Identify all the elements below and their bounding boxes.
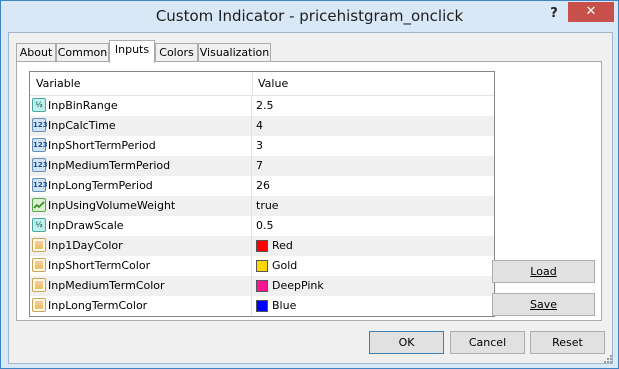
value-text: Gold [272, 259, 298, 272]
value-text: 2.5 [256, 99, 274, 112]
value-text: true [256, 199, 279, 212]
value-cell[interactable]: DeepPink [252, 276, 494, 296]
variable-cell[interactable]: 123 InpCalcTime [30, 116, 252, 136]
table-header: Variable Value [30, 72, 494, 96]
table-row[interactable]: 123 InpShortTermPeriod 3 [30, 136, 494, 156]
variable-cell[interactable]: 123 InpShortTermPeriod [30, 136, 252, 156]
reset-button[interactable]: Reset [530, 331, 605, 354]
table-row[interactable]: ½ InpDrawScale 0.5 [30, 216, 494, 236]
value-cell[interactable]: Red [252, 236, 494, 256]
save-button-label: Save [529, 298, 557, 311]
column-header-variable[interactable]: Variable [30, 72, 252, 95]
integer-type-icon: 123 [32, 118, 48, 132]
double-type-icon: ½ [32, 218, 46, 232]
table-row[interactable]: InpLongTermColor Blue [30, 296, 494, 316]
integer-type-icon: 123 [32, 158, 48, 172]
variable-cell[interactable]: Inp1DayColor [30, 236, 252, 256]
value-text: 3 [256, 139, 263, 152]
color-swatch [256, 300, 268, 312]
value-cell[interactable]: 26 [252, 176, 494, 196]
variable-cell[interactable]: InpUsingVolumeWeight [30, 196, 252, 216]
bool-type-icon [32, 198, 46, 212]
variable-name: InpMediumTermPeriod [48, 159, 171, 172]
value-text: DeepPink [272, 279, 324, 292]
load-button[interactable]: Load [492, 260, 595, 283]
variable-name: InpUsingVolumeWeight [48, 199, 176, 212]
color-swatch [256, 260, 268, 272]
inputs-table: Variable Value ½ InpBinRange 2.5 123 InpCalc… [29, 71, 495, 317]
table-row[interactable]: 123 InpMediumTermPeriod 7 [30, 156, 494, 176]
value-cell[interactable]: 0.5 [252, 216, 494, 236]
cancel-button[interactable]: Cancel [450, 331, 525, 354]
variable-name: InpCalcTime [48, 119, 116, 132]
color-swatch [256, 240, 268, 252]
table-row[interactable]: Inp1DayColor Red [30, 236, 494, 256]
help-button[interactable]: ? [547, 5, 561, 23]
variable-name: Inp1DayColor [48, 239, 123, 252]
variable-cell[interactable]: ½ InpDrawScale [30, 216, 252, 236]
value-cell[interactable]: 2.5 [252, 96, 494, 116]
value-text: 26 [256, 179, 270, 192]
dialog-body: About Common Inputs Colors Visualization… [8, 32, 613, 364]
table-row[interactable]: 123 InpLongTermPeriod 26 [30, 176, 494, 196]
value-cell[interactable]: true [252, 196, 494, 216]
value-text: 7 [256, 159, 263, 172]
resize-grip-icon[interactable] [604, 355, 612, 363]
value-text: 0.5 [256, 219, 274, 232]
value-cell[interactable]: 3 [252, 136, 494, 156]
color-type-icon [32, 258, 46, 272]
dialog-window: Custom Indicator - pricehistgram_onclick… [0, 0, 619, 369]
table-row[interactable]: InpMediumTermColor DeepPink [30, 276, 494, 296]
value-cell[interactable]: 4 [252, 116, 494, 136]
variable-name: InpLongTermColor [48, 299, 148, 312]
double-type-icon: ½ [32, 98, 46, 112]
variable-name: InpShortTermPeriod [48, 139, 156, 152]
value-text: 4 [256, 119, 263, 132]
variable-name: InpDrawScale [48, 219, 124, 232]
load-button-label: Load [530, 265, 557, 278]
variable-cell[interactable]: 123 InpMediumTermPeriod [30, 156, 252, 176]
color-type-icon [32, 278, 46, 292]
value-cell[interactable]: 7 [252, 156, 494, 176]
color-type-icon [32, 298, 46, 312]
value-cell[interactable]: Blue [252, 296, 494, 316]
title-bar[interactable]: Custom Indicator - pricehistgram_onclick… [1, 1, 618, 31]
variable-name: InpMediumTermColor [48, 279, 165, 292]
value-text: Red [272, 239, 293, 252]
table-row[interactable]: InpShortTermColor Gold [30, 256, 494, 276]
value-text: Blue [272, 299, 297, 312]
color-type-icon [32, 238, 46, 252]
ok-button[interactable]: OK [369, 331, 444, 354]
value-cell[interactable]: Gold [252, 256, 494, 276]
tab-colors[interactable]: Colors [155, 43, 198, 62]
variable-name: InpBinRange [48, 99, 118, 112]
save-button[interactable]: Save [492, 293, 595, 316]
close-button[interactable]: ✕ [568, 2, 614, 22]
variable-cell[interactable]: InpLongTermColor [30, 296, 252, 316]
integer-type-icon: 123 [32, 178, 48, 192]
variable-cell[interactable]: InpMediumTermColor [30, 276, 252, 296]
tab-visualization[interactable]: Visualization [198, 43, 271, 62]
tab-common[interactable]: Common [56, 43, 109, 62]
tab-about[interactable]: About [16, 43, 56, 62]
column-header-value[interactable]: Value [252, 72, 494, 95]
variable-cell[interactable]: 123 InpLongTermPeriod [30, 176, 252, 196]
variable-cell[interactable]: ½ InpBinRange [30, 96, 252, 116]
variable-name: InpShortTermColor [48, 259, 151, 272]
table-row[interactable]: ½ InpBinRange 2.5 [30, 96, 494, 116]
window-title: Custom Indicator - pricehistgram_onclick [155, 7, 464, 25]
integer-type-icon: 123 [32, 138, 48, 152]
tab-inputs[interactable]: Inputs [109, 40, 155, 63]
variable-name: InpLongTermPeriod [48, 179, 153, 192]
variable-cell[interactable]: InpShortTermColor [30, 256, 252, 276]
color-swatch [256, 280, 268, 292]
table-row[interactable]: 123 InpCalcTime 4 [30, 116, 494, 136]
table-row[interactable]: InpUsingVolumeWeight true [30, 196, 494, 216]
